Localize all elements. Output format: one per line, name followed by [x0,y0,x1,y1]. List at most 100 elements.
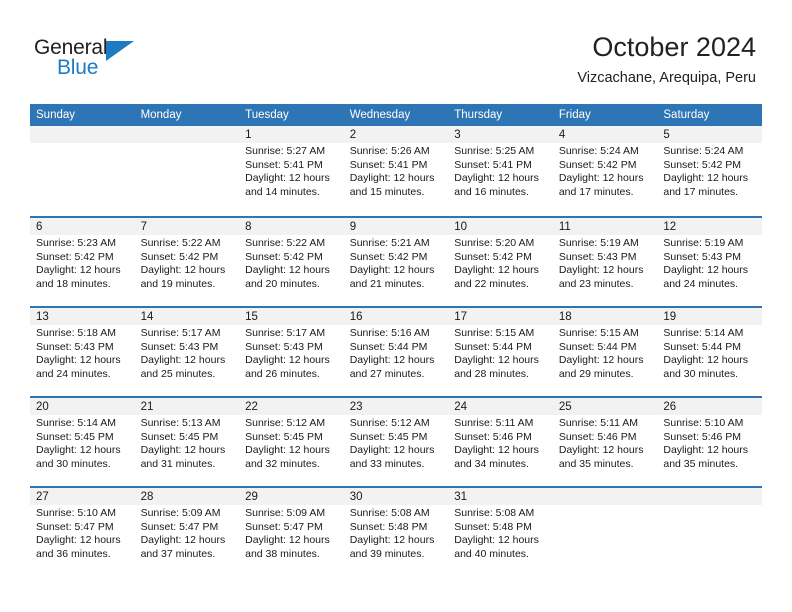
day-details: Sunrise: 5:18 AM Sunset: 5:43 PM Daylight:… [30,325,135,381]
daylight-text: Daylight: 12 hours [245,534,330,547]
calendar-day-cell[interactable]: 16 Sunrise: 5:16 AM Sunset: 5:44 PM Dayligh… [343,306,449,396]
general-blue-logo: General Blue [34,36,154,82]
daylight-text: and 29 minutes. [558,367,634,380]
daylight-text: and 17 minutes. [558,185,634,198]
calendar-day-cell[interactable]: 1 Sunrise: 5:27 AM Sunset: 5:41 PM Daylight… [239,126,344,216]
sunrise-text: Sunrise: 5:22 AM [140,237,221,249]
day-cell-inner: 30 Sunrise: 5:08 AM Sunset: 5:48 PM Dayligh… [343,486,449,576]
title-block: October 2024 Vizcachane, Arequipa, Peru [577,30,756,89]
calendar-day-cell[interactable]: 28 Sunrise: 5:09 AM Sunset: 5:47 PM Dayligh… [134,486,240,576]
day-details: Sunrise: 5:22 AM Sunset: 5:42 PM Daylight:… [239,235,344,291]
calendar-day-cell[interactable]: 15 Sunrise: 5:17 AM Sunset: 5:43 PM Dayligh… [239,306,344,396]
day-number: 3 [448,126,553,143]
weekday-header-saturday: Saturday [657,104,762,126]
daylight-text: Daylight: 12 hours [454,444,539,457]
calendar-day-cell[interactable]: 21 Sunrise: 5:13 AM Sunset: 5:45 PM Dayligh… [134,396,240,486]
day-number: 20 [30,398,135,415]
sunset-text: Sunset: 5:46 PM [558,430,637,443]
calendar-day-cell[interactable]: 12 Sunrise: 5:19 AM Sunset: 5:43 PM Dayligh… [657,216,762,306]
calendar-day-cell[interactable]: 5 Sunrise: 5:24 AM Sunset: 5:42 PM Daylight… [657,126,762,216]
calendar-day-cell[interactable]: 30 Sunrise: 5:08 AM Sunset: 5:48 PM Dayligh… [343,486,449,576]
calendar-day-cell[interactable]: 6 Sunrise: 5:23 AM Sunset: 5:42 PM Daylight… [30,216,135,306]
day-cell-inner: 5 Sunrise: 5:24 AM Sunset: 5:42 PM Daylight… [657,126,762,216]
calendar-day-cell[interactable]: 27 Sunrise: 5:10 AM Sunset: 5:47 PM Dayligh… [30,486,135,576]
daylight-text: Daylight: 12 hours [349,264,435,277]
calendar-day-cell-empty [552,486,658,576]
calendar-day-cell[interactable]: 24 Sunrise: 5:11 AM Sunset: 5:46 PM Dayligh… [448,396,553,486]
calendar-day-cell[interactable]: 8 Sunrise: 5:22 AM Sunset: 5:42 PM Daylight… [239,216,344,306]
day-number: 17 [448,308,553,325]
day-cell-inner [134,126,240,216]
day-cell-inner: 31 Sunrise: 5:08 AM Sunset: 5:48 PM Dayligh… [448,486,553,576]
calendar-day-cell[interactable]: 22 Sunrise: 5:12 AM Sunset: 5:45 PM Dayligh… [239,396,344,486]
calendar-day-cell[interactable]: 17 Sunrise: 5:15 AM Sunset: 5:44 PM Dayligh… [448,306,553,396]
weekday-header-row: Sunday Monday Tuesday Wednesday Thursday Frid… [30,104,762,126]
day-cell-inner: 25 Sunrise: 5:11 AM Sunset: 5:46 PM Dayligh… [552,396,658,486]
daylight-text: Daylight: 12 hours [454,172,539,185]
day-number: 7 [134,218,240,235]
calendar-day-cell[interactable]: 11 Sunrise: 5:19 AM Sunset: 5:43 PM Dayligh… [552,216,658,306]
calendar-day-cell[interactable]: 13 Sunrise: 5:18 AM Sunset: 5:43 PM Dayligh… [30,306,135,396]
daylight-text: and 37 minutes. [140,547,216,560]
daylight-text: Daylight: 12 hours [558,172,644,185]
sunrise-text: Sunrise: 5:18 AM [36,327,116,339]
daylight-text: Daylight: 12 hours [349,534,435,547]
day-details: Sunrise: 5:24 AM Sunset: 5:42 PM Daylight:… [553,143,658,199]
calendar-day-cell[interactable]: 10 Sunrise: 5:20 AM Sunset: 5:42 PM Dayligh… [448,216,553,306]
daylight-text: Daylight: 12 hours [140,534,226,547]
daylight-text: and 34 minutes. [454,457,529,470]
daylight-text: Daylight: 12 hours [663,444,749,457]
sunset-text: Sunset: 5:45 PM [36,430,114,443]
calendar-day-cell[interactable]: 14 Sunrise: 5:17 AM Sunset: 5:43 PM Dayligh… [134,306,240,396]
daylight-text: Daylight: 12 hours [663,354,749,367]
day-details: Sunrise: 5:14 AM Sunset: 5:45 PM Daylight:… [30,415,135,471]
calendar-day-cell[interactable]: 23 Sunrise: 5:12 AM Sunset: 5:45 PM Dayligh… [343,396,449,486]
day-details: Sunrise: 5:12 AM Sunset: 5:45 PM Daylight:… [344,415,449,471]
daylight-text: Daylight: 12 hours [36,354,121,367]
sunrise-text: Sunrise: 5:11 AM [558,417,638,429]
weekday-header-thursday: Thursday [448,104,553,126]
day-details: Sunrise: 5:15 AM Sunset: 5:44 PM Daylight:… [553,325,658,381]
sunset-text: Sunset: 5:42 PM [140,250,219,263]
calendar-day-cell[interactable]: 25 Sunrise: 5:11 AM Sunset: 5:46 PM Dayligh… [552,396,658,486]
sunrise-text: Sunrise: 5:10 AM [663,417,744,429]
calendar-day-cell[interactable]: 19 Sunrise: 5:14 AM Sunset: 5:44 PM Dayligh… [657,306,762,396]
daylight-text: Daylight: 12 hours [140,354,226,367]
daylight-text: and 17 minutes. [663,185,739,198]
day-details: Sunrise: 5:16 AM Sunset: 5:44 PM Daylight:… [344,325,449,381]
calendar-week-row: 6 Sunrise: 5:23 AM Sunset: 5:42 PM Daylight… [30,216,762,306]
daylight-text: and 40 minutes. [454,547,529,560]
daylight-text: and 19 minutes. [140,277,216,290]
day-number: 8 [239,218,344,235]
daylight-text: Daylight: 12 hours [454,354,539,367]
daylight-text: Daylight: 12 hours [36,444,121,457]
daylight-text: and 35 minutes. [558,457,634,470]
calendar-day-cell[interactable]: 2 Sunrise: 5:26 AM Sunset: 5:41 PM Daylight… [343,126,449,216]
sunrise-text: Sunrise: 5:24 AM [558,145,639,157]
page-header: General Blue October 2024 Vizcachane, Ar… [0,0,792,104]
sunset-text: Sunset: 5:47 PM [140,520,219,533]
page-subtitle: Vizcachane, Arequipa, Peru [577,70,756,86]
calendar-day-cell[interactable]: 26 Sunrise: 5:10 AM Sunset: 5:46 PM Dayligh… [657,396,762,486]
calendar-day-cell[interactable]: 20 Sunrise: 5:14 AM Sunset: 5:45 PM Dayligh… [30,396,135,486]
day-number: 13 [30,308,135,325]
day-details [30,143,135,145]
sunrise-text: Sunrise: 5:08 AM [454,507,535,519]
daylight-text: Daylight: 12 hours [245,172,330,185]
day-number [552,488,658,505]
calendar-day-cell[interactable]: 18 Sunrise: 5:15 AM Sunset: 5:44 PM Dayligh… [552,306,658,396]
day-cell-inner: 16 Sunrise: 5:16 AM Sunset: 5:44 PM Dayligh… [343,306,449,396]
sunset-text: Sunset: 5:43 PM [140,340,219,353]
day-cell-inner: 12 Sunrise: 5:19 AM Sunset: 5:43 PM Dayligh… [657,216,762,306]
calendar-day-cell[interactable]: 29 Sunrise: 5:09 AM Sunset: 5:47 PM Dayligh… [239,486,344,576]
daylight-text: and 20 minutes. [245,277,320,290]
calendar-day-cell[interactable]: 9 Sunrise: 5:21 AM Sunset: 5:42 PM Daylight… [343,216,449,306]
day-cell-inner: 20 Sunrise: 5:14 AM Sunset: 5:45 PM Dayligh… [30,396,135,486]
day-cell-inner: 13 Sunrise: 5:18 AM Sunset: 5:43 PM Dayligh… [30,306,135,396]
sunrise-text: Sunrise: 5:25 AM [454,145,535,157]
calendar-day-cell[interactable]: 3 Sunrise: 5:25 AM Sunset: 5:41 PM Daylight… [448,126,553,216]
calendar-day-cell[interactable]: 7 Sunrise: 5:22 AM Sunset: 5:42 PM Daylight… [134,216,240,306]
calendar-day-cell[interactable]: 4 Sunrise: 5:24 AM Sunset: 5:42 PM Daylight… [552,126,658,216]
calendar-day-cell[interactable]: 31 Sunrise: 5:08 AM Sunset: 5:48 PM Dayligh… [448,486,553,576]
sunset-text: Sunset: 5:44 PM [454,340,532,353]
